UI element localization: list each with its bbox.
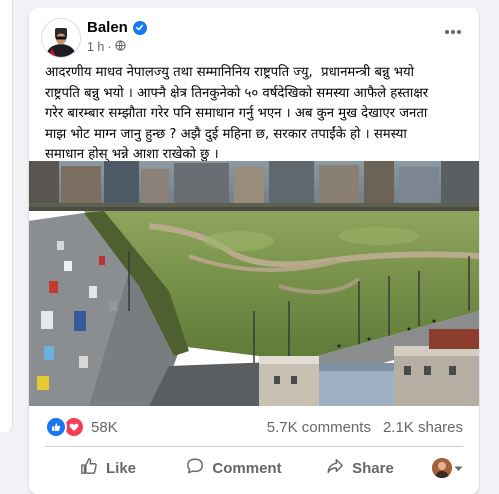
author-name[interactable]: Balen bbox=[87, 19, 128, 36]
verified-badge-icon bbox=[132, 20, 147, 35]
globe-icon[interactable] bbox=[114, 40, 126, 54]
facebook-post: Balen 1 h · आदरणीय माधव नेपालज्यु तथा सम… bbox=[29, 8, 479, 494]
post-caption: आदरणीय माधव नेपालज्यु तथा सम्मानिनिय राष… bbox=[45, 65, 429, 162]
profile-avatar bbox=[432, 458, 452, 478]
post-meta: 1 h · bbox=[87, 40, 126, 54]
comment-button[interactable]: Comment bbox=[171, 451, 297, 485]
comments-count[interactable]: 5.7K comments bbox=[267, 419, 371, 436]
adjacent-card-edge bbox=[0, 0, 13, 432]
share-arrow-icon bbox=[326, 457, 344, 479]
meta-separator: · bbox=[107, 40, 112, 54]
reaction-profile-selector[interactable] bbox=[423, 458, 463, 478]
post-photo[interactable] bbox=[29, 161, 479, 406]
thumbs-up-icon bbox=[80, 457, 98, 479]
like-label: Like bbox=[105, 459, 136, 477]
post-actions: Like Comment Share bbox=[45, 450, 463, 486]
actions-divider bbox=[45, 446, 463, 447]
comment-bubble-icon bbox=[186, 457, 204, 479]
post-author[interactable]: Balen bbox=[87, 19, 147, 36]
share-label: Share bbox=[352, 459, 394, 477]
reaction-count[interactable]: 58K bbox=[91, 419, 118, 436]
shares-count[interactable]: 2.1K shares bbox=[383, 419, 463, 436]
reaction-icons[interactable] bbox=[45, 416, 85, 438]
engagement-counts: 5.7K comments 2.1K shares bbox=[267, 419, 463, 436]
caret-down-icon bbox=[454, 459, 463, 477]
like-button[interactable]: Like bbox=[45, 451, 171, 485]
reactions-bar: 58K 5.7K comments 2.1K shares bbox=[45, 416, 463, 438]
post-header: Balen 1 h · bbox=[41, 18, 467, 58]
thumbs-up-icon bbox=[45, 416, 67, 438]
comment-label: Comment bbox=[212, 459, 282, 477]
post-timestamp[interactable]: 1 h bbox=[87, 40, 104, 54]
more-options-icon[interactable] bbox=[439, 20, 467, 44]
author-avatar[interactable] bbox=[41, 18, 81, 58]
share-button[interactable]: Share bbox=[297, 451, 423, 485]
